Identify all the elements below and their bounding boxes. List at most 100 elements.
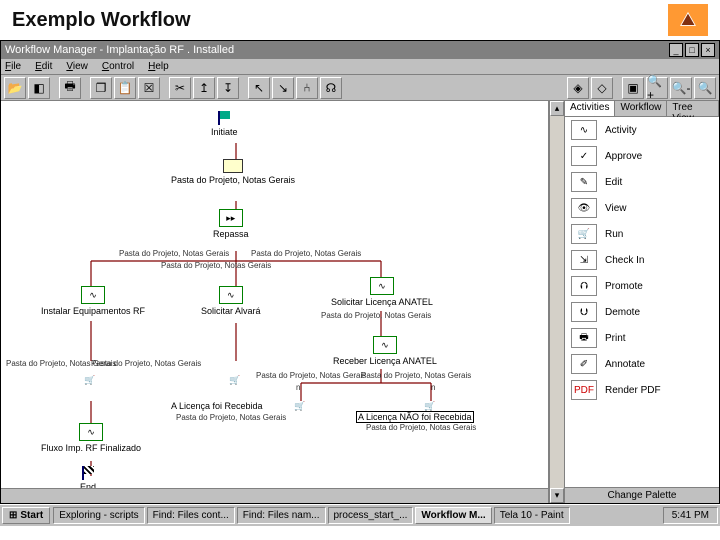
toolbar-print-icon[interactable]: 🖶 [59, 77, 81, 99]
palette-item-checkin[interactable]: ⇲Check In [565, 247, 719, 273]
menu-edit[interactable]: Edit [35, 61, 52, 72]
taskbar-clock: 5:41 PM [663, 507, 718, 524]
node-receber-anatel[interactable]: ∿ Receber Licença ANATEL [333, 336, 437, 366]
cart-icon: 🛒 [81, 373, 99, 387]
menu-file[interactable]: FFileile [5, 61, 21, 72]
activity-icon: ∿ [373, 336, 397, 354]
task-process[interactable]: process_start_... [328, 507, 414, 524]
print-icon: 🖶 [571, 328, 597, 348]
label-pasta-right: Pasta do Projeto, Notas Gerais [251, 249, 361, 258]
task-find2[interactable]: Find: Files nam... [237, 507, 326, 524]
demote-icon: ⮋ [571, 302, 597, 322]
toolbar-zoomout-icon[interactable]: 🔍- [670, 77, 692, 99]
minimize-button[interactable]: _ [669, 43, 683, 57]
horizontal-scrollbar[interactable] [1, 488, 548, 503]
maximize-button[interactable]: □ [685, 43, 699, 57]
toolbar-copy-icon[interactable]: ❐ [90, 77, 112, 99]
run-icon: 🛒 [571, 224, 597, 244]
label-licenca-recebida: A Licença foi Recebida [171, 401, 263, 411]
close-button[interactable]: × [701, 43, 715, 57]
palette-item-view[interactable]: 👁View [565, 195, 719, 221]
label-pasta-mid2: Pasta do Projeto, Notas Gerais [256, 371, 366, 380]
toolbar: 📂 ◧ 🖶 ❐ 📋 ☒ ✂ ↥ ↧ ↖ ↘ ⑃ ☊ ◈ ◇ ▣ 🔍+ 🔍- 🔍 [1, 75, 719, 101]
toolbar-pointer-icon[interactable]: ↖ [248, 77, 270, 99]
node-initiate[interactable]: Initiate [211, 111, 238, 137]
node-cart3[interactable]: 🛒 [291, 399, 309, 415]
toolbar-new-icon[interactable]: ◧ [28, 77, 50, 99]
activity-icon: ∿ [571, 120, 597, 140]
toolbar-delete-icon[interactable]: ☒ [138, 77, 160, 99]
task-workflow[interactable]: Workflow M... [415, 507, 491, 524]
menu-control[interactable]: Control [102, 61, 134, 72]
palette-item-run[interactable]: 🛒Run [565, 221, 719, 247]
view-icon: 👁 [571, 198, 597, 218]
windows-icon: ⊞ [9, 510, 17, 521]
change-palette-button[interactable]: Change Palette [565, 487, 719, 503]
palette-item-promote[interactable]: ⮉Promote [565, 273, 719, 299]
label-pasta-anatel: Pasta do Projeto, Notas Gerais [321, 311, 431, 320]
label-n1: n [296, 383, 300, 392]
node-solicitar-alvara[interactable]: ∿ Solicitar Alvará [201, 286, 261, 316]
palette-item-annotate[interactable]: ✐Annotate [565, 351, 719, 377]
activity-icon: ∿ [219, 286, 243, 304]
toolbar-zoomin-icon[interactable]: 🔍+ [646, 77, 668, 99]
toolbar-cut-icon[interactable]: ✂ [169, 77, 191, 99]
start-button[interactable]: ⊞ Start [2, 507, 50, 524]
menubar: FFileile Edit View Control Help [1, 59, 719, 75]
palette-item-approve[interactable]: ✓Approve [565, 143, 719, 169]
node-repassa[interactable]: ▸▸ Repassa [213, 209, 249, 239]
menu-help[interactable]: Help [148, 61, 169, 72]
label-pasta-lr: Pasta do Projeto, Notas Gerais [176, 413, 286, 422]
promote-icon: ⮉ [571, 276, 597, 296]
edit-icon: ✎ [571, 172, 597, 192]
node-cart2[interactable]: 🛒 [226, 373, 244, 389]
label-pasta-ln: Pasta do Projeto, Notas Gerais [366, 423, 476, 432]
scroll-up-icon[interactable]: ▴ [550, 101, 564, 116]
node-cart1[interactable]: 🛒 [81, 373, 99, 389]
toolbar-diamond2-icon[interactable]: ◇ [591, 77, 613, 99]
tab-treeview[interactable]: Tree View [667, 101, 719, 116]
annotate-icon: ✐ [571, 354, 597, 374]
toolbar-paste-icon[interactable]: 📋 [114, 77, 136, 99]
slide-title: Exemplo Workflow [12, 9, 191, 32]
cart-icon: 🛒 [291, 399, 309, 413]
tab-workflow[interactable]: Workflow [615, 101, 667, 116]
workflow-canvas[interactable]: Initiate Pasta do Projeto, Notas Gerais … [1, 101, 549, 503]
checkered-flag-icon [79, 466, 97, 480]
toolbar-diamond1-icon[interactable]: ◈ [567, 77, 589, 99]
palette-item-edit[interactable]: ✎Edit [565, 169, 719, 195]
toolbar-node-icon[interactable]: ☊ [320, 77, 342, 99]
task-exploring[interactable]: Exploring - scripts [53, 507, 144, 524]
tab-activities[interactable]: Activities [565, 101, 615, 116]
titlebar: Workflow Manager - Implantação RF . Inst… [1, 41, 719, 59]
palette-item-renderpdf[interactable]: PDFRender PDF [565, 377, 719, 403]
palette-item-demote[interactable]: ⮋Demote [565, 299, 719, 325]
cart-icon: 🛒 [226, 373, 244, 387]
activity-icon: ▸▸ [219, 209, 243, 227]
label-pasta-mid: Pasta do Projeto, Notas Gerais [161, 261, 271, 270]
flag-icon [215, 111, 233, 125]
folder-icon [223, 159, 243, 173]
node-solicitar-anatel[interactable]: ∿ Solicitar Licença ANATEL [331, 277, 433, 307]
toolbar-connector-icon[interactable]: ↘ [272, 77, 294, 99]
toolbar-fit-icon[interactable]: ▣ [622, 77, 644, 99]
menu-view[interactable]: View [66, 61, 88, 72]
node-instalar-rf[interactable]: ∿ Instalar Equipamentos RF [41, 286, 145, 316]
node-pasta-1[interactable]: Pasta do Projeto, Notas Gerais [171, 159, 295, 185]
task-find1[interactable]: Find: Files cont... [147, 507, 235, 524]
task-paint[interactable]: Tela 10 - Paint [494, 507, 570, 524]
toolbar-up-icon[interactable]: ↥ [193, 77, 215, 99]
scroll-down-icon[interactable]: ▾ [550, 488, 564, 503]
vertical-scrollbar[interactable]: ▴ ▾ [549, 101, 564, 503]
palette-item-print[interactable]: 🖶Print [565, 325, 719, 351]
toolbar-open-icon[interactable]: 📂 [4, 77, 26, 99]
palette-item-activity[interactable]: ∿Activity [565, 117, 719, 143]
activity-icon: ∿ [370, 277, 394, 295]
toolbar-zoom-icon[interactable]: 🔍 [694, 77, 716, 99]
toolbar-down-icon[interactable]: ↧ [217, 77, 239, 99]
window-title: Workflow Manager - Implantação RF . Inst… [5, 44, 234, 56]
toolbar-branch-icon[interactable]: ⑃ [296, 77, 318, 99]
checkin-icon: ⇲ [571, 250, 597, 270]
node-fluxo-final[interactable]: ∿ Fluxo Imp. RF Finalizado [41, 423, 141, 453]
activity-palette: ∿Activity ✓Approve ✎Edit 👁View 🛒Run ⇲Che… [565, 117, 719, 487]
